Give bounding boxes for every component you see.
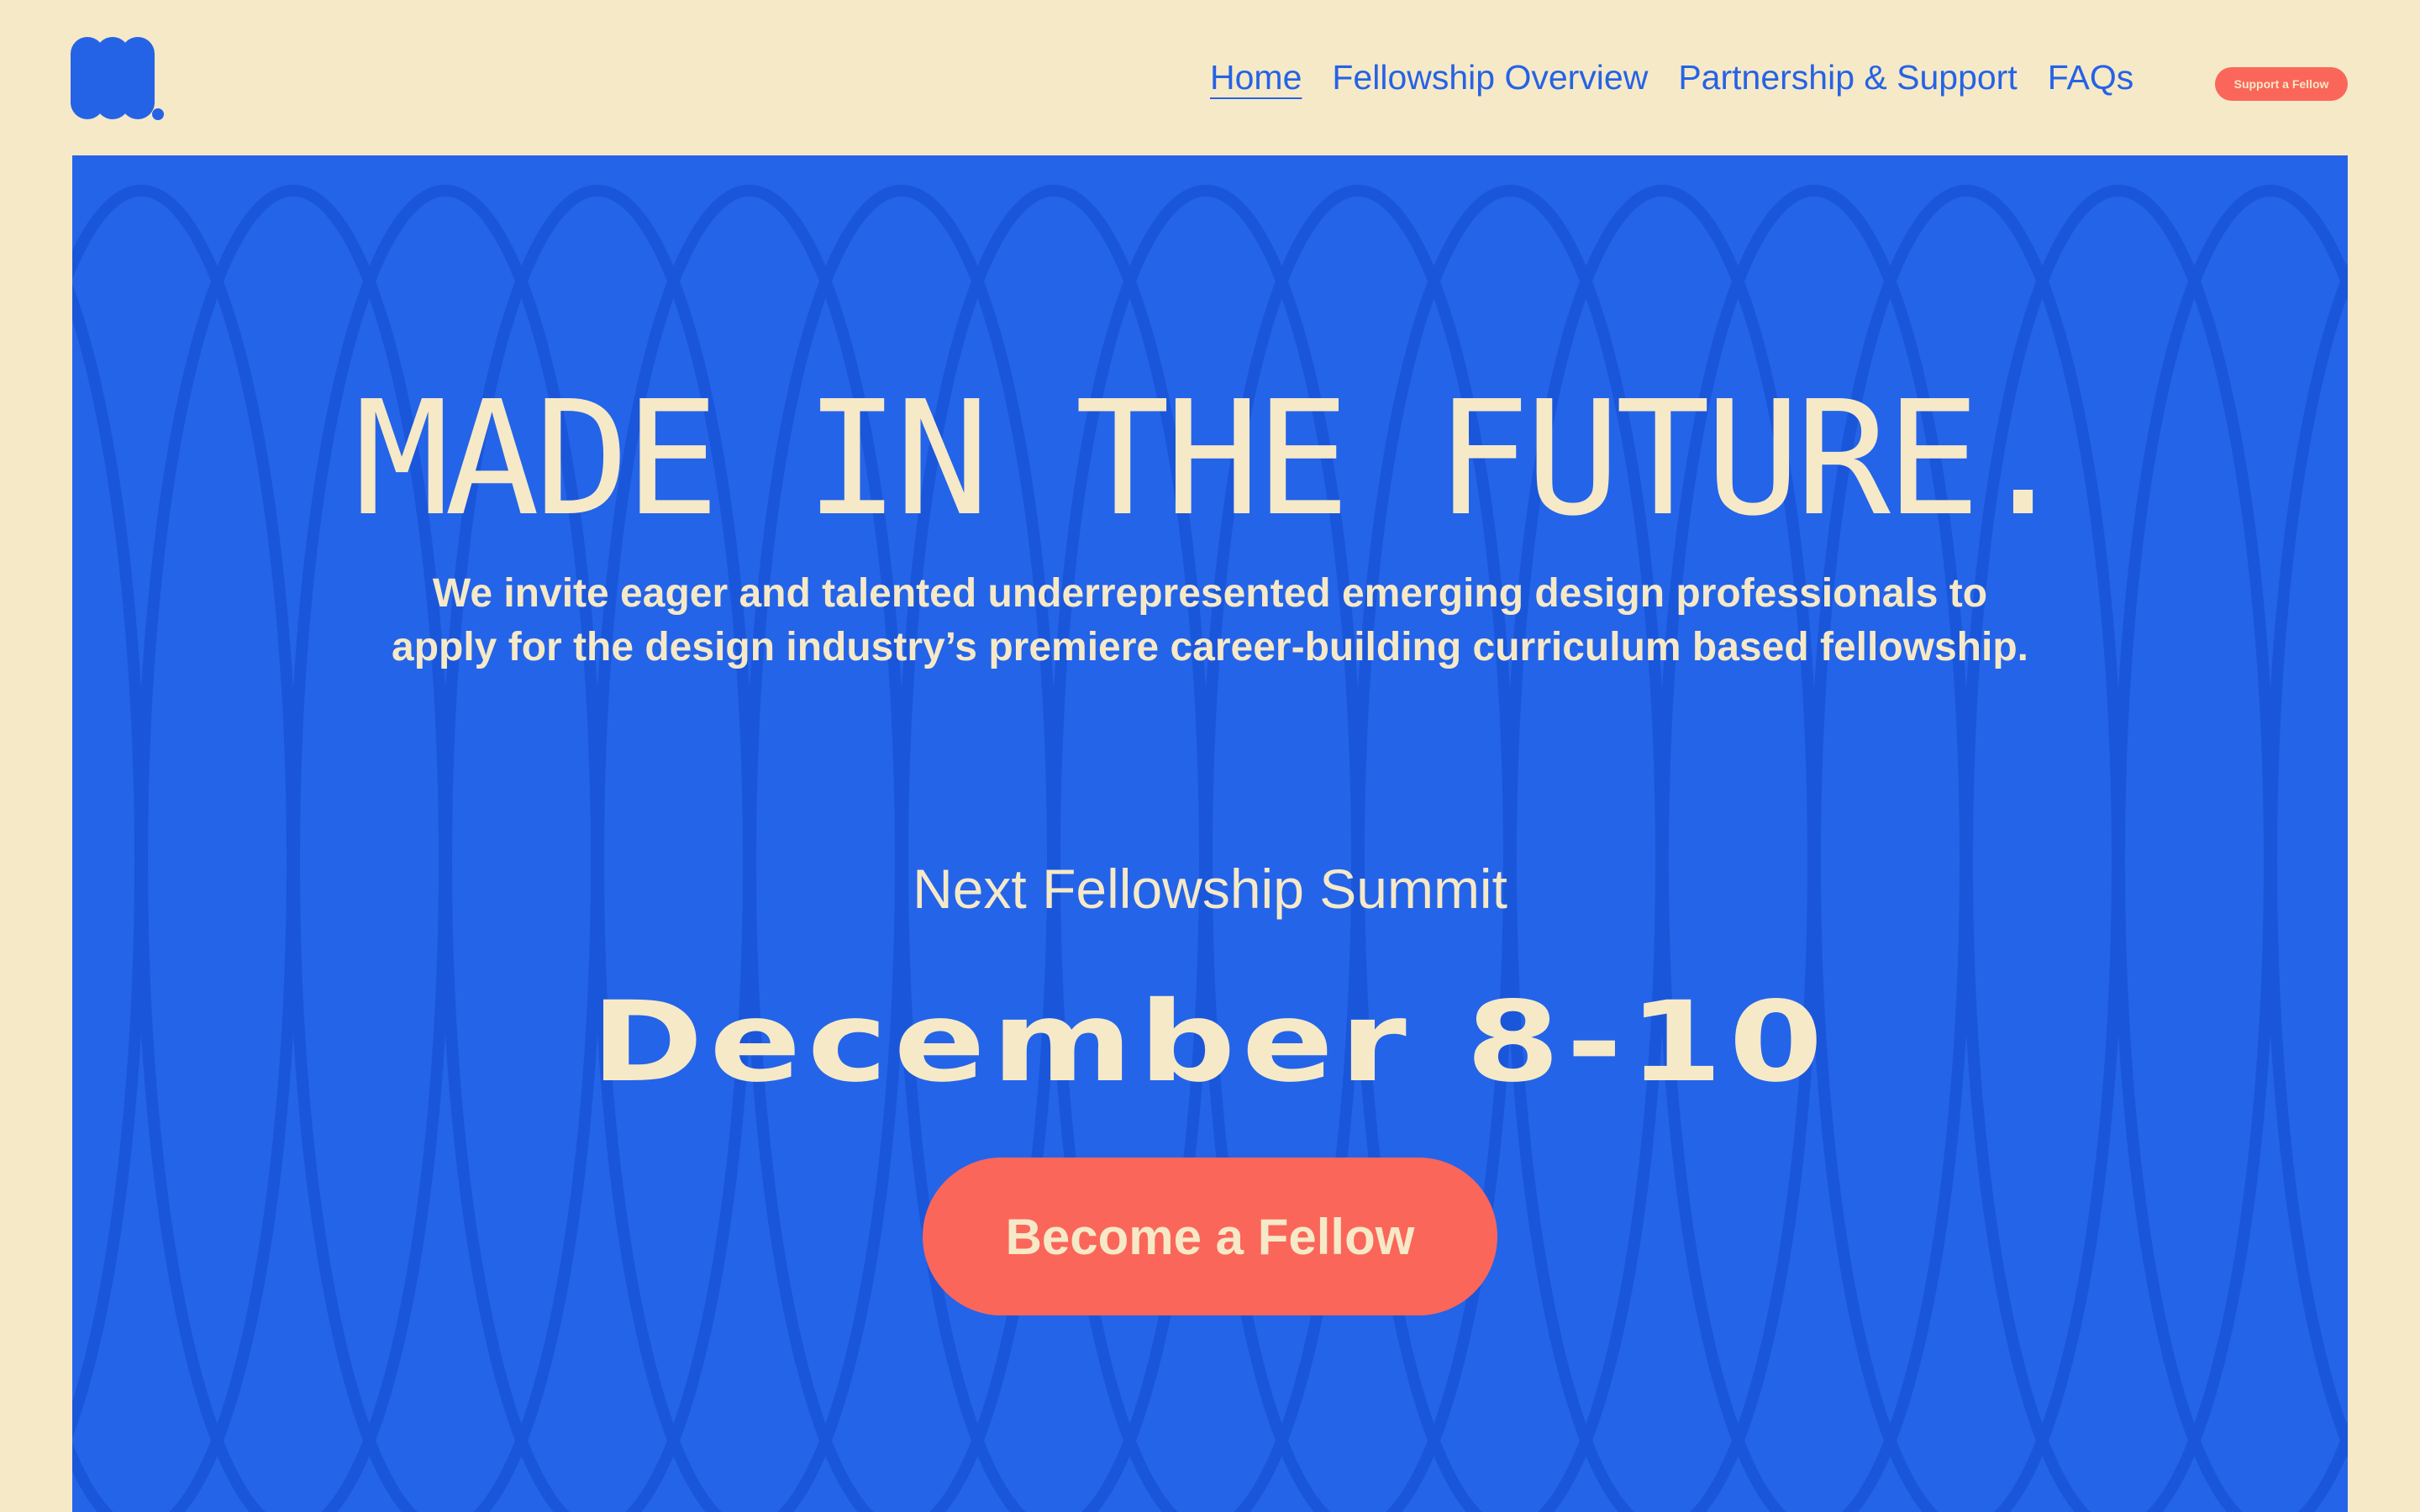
nav-link-faqs[interactable]: FAQs [2048, 60, 2134, 95]
support-a-fellow-button[interactable]: Support a Fellow [2215, 67, 2348, 101]
become-a-fellow-button[interactable]: Become a Fellow [923, 1158, 1497, 1315]
nav-link-partnership-support[interactable]: Partnership & Support [1678, 60, 2017, 95]
main-nav: Home Fellowship Overview Partnership & S… [1210, 52, 2164, 102]
hero-description: We invite eager and talented underrepres… [392, 571, 2028, 669]
hero-title: MADE IN THE FUTURE. [354, 367, 2071, 551]
summit-label: Next Fellowship Summit [913, 858, 1507, 920]
nav-link-home[interactable]: Home [1210, 60, 1302, 95]
nav-link-fellowship-overview[interactable]: Fellowship Overview [1332, 60, 1648, 95]
m-logo-icon[interactable] [71, 37, 165, 121]
summit-date: December 8-10 [591, 978, 1829, 1107]
hero-section: MADE IN THE FUTURE. We invite eager and … [72, 155, 2348, 1512]
